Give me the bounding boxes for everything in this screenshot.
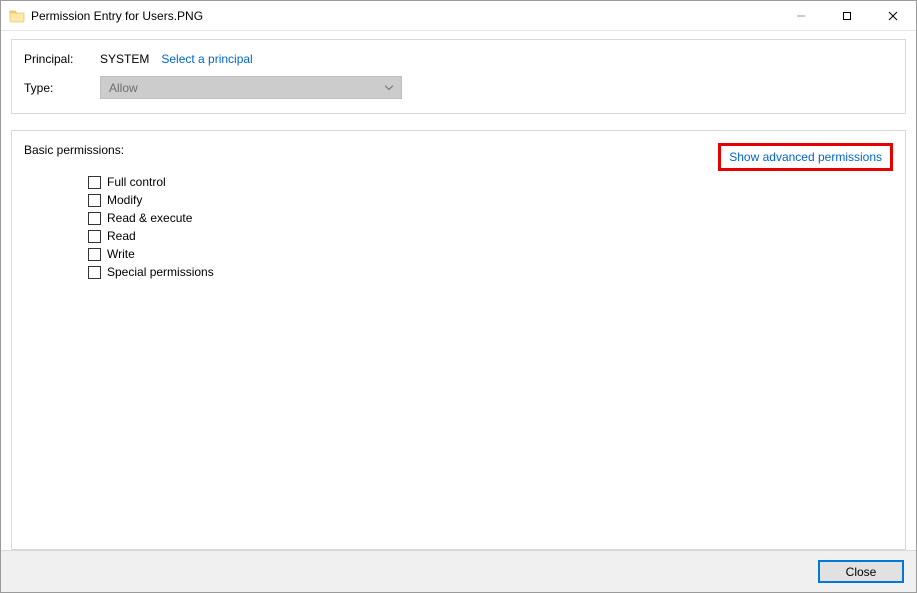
permissions-panel: Basic permissions: Show advanced permiss… xyxy=(11,130,906,550)
basic-permissions-label: Basic permissions: xyxy=(24,143,124,157)
type-select[interactable]: Allow xyxy=(100,76,402,99)
close-dialog-button[interactable]: Close xyxy=(818,560,904,583)
close-button[interactable] xyxy=(870,1,916,30)
perm-label: Modify xyxy=(107,193,142,207)
maximize-button[interactable] xyxy=(824,1,870,30)
content-area: Principal: SYSTEM Select a principal Typ… xyxy=(1,31,916,550)
perm-label: Read & execute xyxy=(107,211,192,225)
advanced-link-highlight: Show advanced permissions xyxy=(718,143,893,171)
permissions-header: Basic permissions: Show advanced permiss… xyxy=(24,143,893,171)
close-button-label: Close xyxy=(846,565,877,579)
perm-label: Special permissions xyxy=(107,265,214,279)
principal-value: SYSTEM xyxy=(100,52,149,66)
perm-item-modify[interactable]: Modify xyxy=(88,193,893,207)
window-controls xyxy=(778,1,916,30)
type-select-value: Allow xyxy=(109,81,138,95)
titlebar: Permission Entry for Users.PNG xyxy=(1,1,916,31)
checkbox-icon[interactable] xyxy=(88,230,101,243)
checkbox-icon[interactable] xyxy=(88,248,101,261)
principal-label: Principal: xyxy=(24,52,100,66)
type-row: Type: Allow xyxy=(24,76,893,99)
type-label: Type: xyxy=(24,81,100,95)
window-title: Permission Entry for Users.PNG xyxy=(31,9,203,23)
permissions-list: Full control Modify Read & execute Read … xyxy=(88,175,893,279)
perm-item-write[interactable]: Write xyxy=(88,247,893,261)
chevron-down-icon xyxy=(385,82,393,93)
perm-item-read-execute[interactable]: Read & execute xyxy=(88,211,893,225)
perm-label: Write xyxy=(107,247,135,261)
perm-item-read[interactable]: Read xyxy=(88,229,893,243)
permission-entry-window: Permission Entry for Users.PNG Principal… xyxy=(0,0,917,593)
perm-label: Read xyxy=(107,229,136,243)
show-advanced-permissions-link[interactable]: Show advanced permissions xyxy=(729,150,882,164)
select-principal-link[interactable]: Select a principal xyxy=(161,52,252,66)
perm-label: Full control xyxy=(107,175,166,189)
principal-row: Principal: SYSTEM Select a principal xyxy=(24,52,893,66)
checkbox-icon[interactable] xyxy=(88,212,101,225)
footer: Close xyxy=(1,550,916,592)
checkbox-icon[interactable] xyxy=(88,176,101,189)
checkbox-icon[interactable] xyxy=(88,194,101,207)
folder-icon xyxy=(9,8,25,24)
header-panel: Principal: SYSTEM Select a principal Typ… xyxy=(11,39,906,114)
checkbox-icon[interactable] xyxy=(88,266,101,279)
minimize-button[interactable] xyxy=(778,1,824,30)
perm-item-special[interactable]: Special permissions xyxy=(88,265,893,279)
perm-item-full-control[interactable]: Full control xyxy=(88,175,893,189)
